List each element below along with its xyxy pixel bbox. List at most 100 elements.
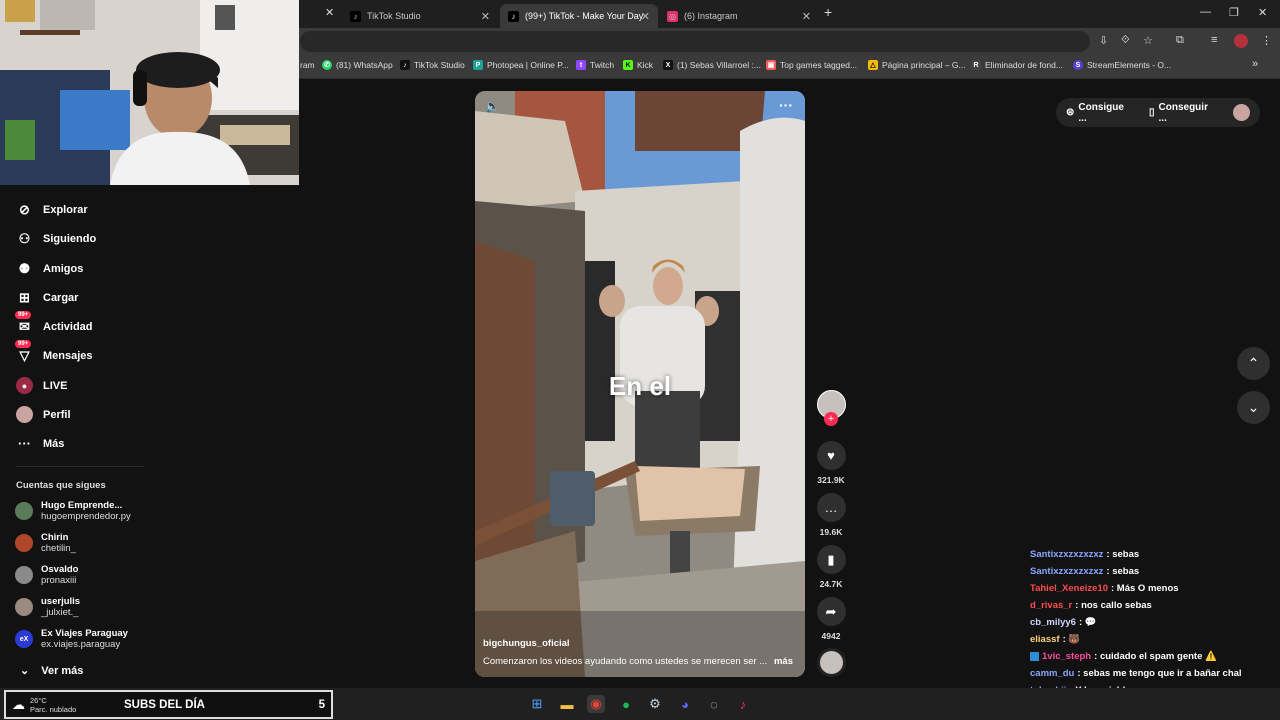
- tab-instagram[interactable]: ◎ (6) Instagram ✕: [659, 4, 819, 28]
- bookmark[interactable]: S StreamElements - O...: [1073, 60, 1171, 70]
- folder-icon[interactable]: ▬: [558, 695, 576, 713]
- comment-button[interactable]: … 19.6K: [816, 493, 846, 537]
- bookmark[interactable]: △ Página principal – G...: [868, 60, 966, 70]
- tiktok-icon: ♪: [400, 60, 410, 70]
- sidebar-item-live[interactable]: ● LIVE: [16, 377, 67, 394]
- playlist-icon[interactable]: ≡: [1211, 34, 1217, 46]
- url-input[interactable]: [300, 31, 1090, 52]
- sidebar-item-label: Mensajes: [43, 349, 93, 362]
- chevron-down-icon: ⌄: [20, 665, 30, 677]
- bookmark[interactable]: ♪ TikTok Studio: [400, 60, 465, 70]
- sidebar-item-actividad[interactable]: ✉ 99+ Actividad: [15, 311, 93, 335]
- tab-tiktok[interactable]: ♪ (99+) TikTok - Make Your Day ✕: [500, 4, 658, 28]
- see-more-button[interactable]: ⌄ Ver más: [20, 664, 83, 678]
- close-window-icon[interactable]: ✕: [1258, 6, 1267, 19]
- spotify-icon[interactable]: ●: [617, 695, 635, 713]
- obs-icon[interactable]: ◌: [705, 695, 723, 713]
- bookmark[interactable]: X (1) Sebas Villarroel :...: [663, 60, 761, 70]
- notification-badge: 99+: [15, 311, 32, 319]
- instagram-icon: ◎: [667, 10, 678, 22]
- sidebar-item-siguiendo[interactable]: ⚇ Siguiendo: [16, 230, 97, 247]
- minimize-icon[interactable]: —: [1200, 6, 1211, 18]
- bookmark[interactable]: K Kick: [623, 60, 653, 70]
- subs-label: SUBS DEL DÍA: [124, 698, 205, 711]
- install-icon[interactable]: ⇩: [1099, 34, 1108, 47]
- save-button[interactable]: ▮ 24.7K: [816, 545, 846, 589]
- new-tab-button[interactable]: +: [824, 4, 832, 20]
- webcam-feed: [0, 0, 299, 185]
- bookmark[interactable]: R Eliminador de fond...: [971, 60, 1063, 70]
- badge-icon: [1030, 652, 1039, 661]
- followed-account[interactable]: Hugo Emprende... hugoemprendedor.py: [15, 500, 131, 522]
- extensions-icon[interactable]: ⧉: [1176, 34, 1184, 47]
- sidebar-item-perfil[interactable]: Perfil: [16, 406, 71, 423]
- chat-message: Santixzxzxzxzxz: sebas: [1030, 549, 1140, 560]
- translate-icon[interactable]: ⟐: [1121, 34, 1130, 47]
- follow-plus-icon[interactable]: +: [824, 412, 838, 426]
- get-coins-button[interactable]: ⊜ Consigue ...: [1066, 102, 1135, 124]
- avatar[interactable]: [1233, 104, 1250, 121]
- sidebar-item-mensajes[interactable]: ▽ 99+ Mensajes: [15, 340, 93, 364]
- menu-icon[interactable]: ⋮: [1261, 34, 1272, 47]
- bookmark[interactable]: P Photopea | Online P...: [473, 60, 569, 70]
- video-player[interactable]: 🔈 ··· En el bigchungus_oficial Comenzaro…: [475, 91, 805, 677]
- discord-icon[interactable]: ◕: [676, 695, 694, 713]
- next-video-button[interactable]: ⌄: [1237, 391, 1270, 424]
- chat-message: cb_milyy6: 💬: [1030, 617, 1097, 628]
- like-button[interactable]: ♥ 321.9K: [816, 441, 846, 485]
- close-icon[interactable]: ✕: [802, 10, 811, 23]
- close-icon[interactable]: ✕: [641, 10, 650, 23]
- creator-avatar[interactable]: +: [816, 390, 846, 426]
- tab-label: TikTok Studio: [367, 11, 421, 21]
- bookmark[interactable]: ▣ Top games tagged...: [766, 60, 857, 70]
- more-options-icon[interactable]: ···: [779, 97, 793, 113]
- followed-account[interactable]: eX Ex Viajes Paraguay ex.viajes.paraguay: [15, 628, 128, 650]
- previous-video-button[interactable]: ⌃: [1237, 347, 1270, 380]
- steam-icon[interactable]: ⚙: [646, 695, 664, 713]
- sidebar-item-amigos[interactable]: ⚉ Amigos: [16, 260, 84, 277]
- x-icon: X: [663, 60, 673, 70]
- music-disc-icon: [816, 648, 846, 677]
- music-disc[interactable]: [816, 648, 846, 677]
- chevron-down-icon: ⌄: [1247, 399, 1260, 415]
- bookmark[interactable]: t Twitch: [576, 60, 614, 70]
- sidebar-item-cargar[interactable]: ⊞ Cargar: [16, 289, 78, 306]
- cloud-icon: ☁: [12, 696, 25, 712]
- bookmark[interactable]: ✆ (81) WhatsApp: [322, 60, 393, 70]
- chevron-up-icon: ⌃: [1247, 355, 1260, 371]
- weather-widget[interactable]: ☁ 26°C Parc. nublado: [6, 696, 124, 714]
- drive-icon: △: [868, 60, 878, 70]
- itchio-icon: ▣: [766, 60, 776, 70]
- followed-account[interactable]: userjulis _julxiet._: [15, 596, 80, 618]
- avatar[interactable]: [1234, 34, 1248, 48]
- restore-icon[interactable]: ❐: [1229, 6, 1239, 19]
- more-link[interactable]: más: [774, 656, 793, 667]
- subs-widget: ☁ 26°C Parc. nublado SUBS DEL DÍA 5: [4, 690, 333, 719]
- avatar: [15, 502, 33, 520]
- chat-message: 1vic_steph: cuidado el spam gente ⚠️: [1026, 648, 1276, 665]
- followed-account[interactable]: Osvaldo pronaxiii: [15, 564, 79, 586]
- get-app-button[interactable]: ▯ Conseguir ...: [1149, 102, 1219, 124]
- tiktok-live-icon[interactable]: ♪: [734, 695, 752, 713]
- star-icon[interactable]: ☆: [1143, 34, 1153, 47]
- followed-account[interactable]: Chirin chetilin_: [15, 532, 76, 554]
- share-button[interactable]: ➦ 4942: [816, 597, 846, 641]
- bookmark[interactable]: ram: [300, 60, 315, 70]
- tab-tiktok-studio[interactable]: ♪ TikTok Studio ✕: [342, 4, 498, 28]
- close-icon[interactable]: ✕: [325, 6, 334, 19]
- following-icon: ⚇: [18, 230, 31, 246]
- sidebar-item-mas[interactable]: ··· Más: [16, 435, 64, 452]
- close-icon[interactable]: ✕: [481, 10, 490, 23]
- volume-icon[interactable]: 🔈: [485, 99, 500, 113]
- sidebar-item-label: Amigos: [43, 262, 84, 275]
- phone-icon: ▯: [1149, 107, 1155, 118]
- following-section-title: Cuentas que sigues: [16, 480, 106, 491]
- video-description: Comenzaron los videos ayudando como uste…: [483, 656, 768, 667]
- video-username[interactable]: bigchungus_oficial: [483, 638, 570, 649]
- messages-icon: ▽ 99+: [15, 340, 33, 364]
- tiktok-icon: ♪: [350, 10, 361, 22]
- windows-start-icon[interactable]: ⊞: [528, 695, 546, 713]
- chevron-right-icon[interactable]: »: [1252, 58, 1258, 70]
- chrome-icon[interactable]: ◉: [587, 695, 605, 713]
- sidebar-item-explorar[interactable]: ⊘ Explorar: [16, 201, 88, 218]
